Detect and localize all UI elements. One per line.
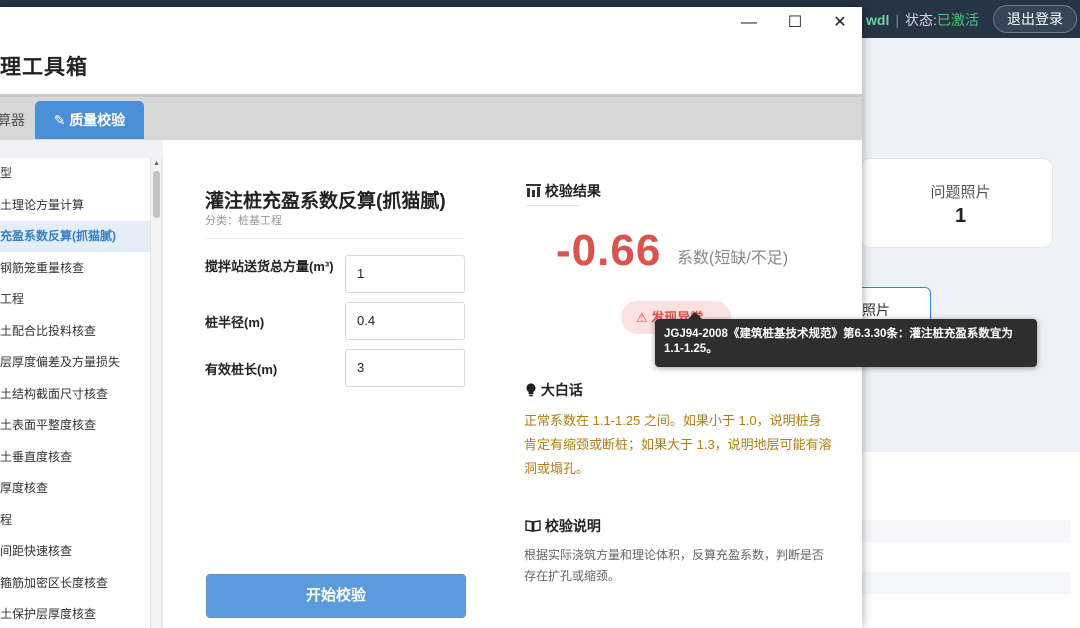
pile-length-input[interactable]: 3 <box>345 349 465 387</box>
tab-bar: 算器 ✎ 质量校验 <box>0 94 862 140</box>
calculator-title: 灌注桩充盈系数反算(抓猫腻) <box>205 191 446 212</box>
sidebar-item[interactable]: 工程 <box>0 284 150 315</box>
background-row <box>860 572 1070 594</box>
book-icon <box>525 518 545 534</box>
result-header-underline <box>526 205 580 206</box>
status-value: 已激活 <box>936 12 979 28</box>
separator: | <box>895 12 899 28</box>
pile-length-label: 有效桩长(m) <box>205 362 278 377</box>
sidebar-item[interactable]: 土保护层厚度核查 <box>0 599 150 628</box>
sidebar-item[interactable]: 型 <box>0 158 150 189</box>
close-button[interactable]: ✕ <box>820 11 860 35</box>
pencil-icon: ✎ <box>53 112 66 128</box>
scroll-thumb[interactable] <box>153 171 160 218</box>
delivered-volume-input[interactable]: 1 <box>345 255 465 293</box>
tab-quality-check[interactable]: ✎ 质量校验 <box>35 101 144 139</box>
divider <box>205 238 465 239</box>
note-title-label: 校验说明 <box>544 518 601 534</box>
sidebar-item[interactable]: 土结构截面尺寸核查 <box>0 379 150 410</box>
sidebar-item[interactable]: 层厚度偏差及方量损失 <box>0 347 150 378</box>
sidebar-item[interactable]: 箍筋加密区长度核查 <box>0 568 150 599</box>
user-status: wdl | 状态:已激活 <box>866 10 979 30</box>
plain-talk-text: 正常系数在 1.1-1.25 之间。如果小于 1.0，说明桩身肯定有缩颈或断桩；… <box>524 413 832 476</box>
photo-stat-count: 1 <box>954 205 967 227</box>
start-check-button[interactable]: 开始校验 <box>206 574 466 618</box>
logout-button[interactable]: 退出登录 <box>993 5 1077 33</box>
window-title: 理工具箱 <box>0 56 88 79</box>
tooltip-arrow <box>688 312 702 319</box>
sidebar-item[interactable]: 土配合比投料核查 <box>0 316 150 347</box>
sidebar-item[interactable]: 土表面平整度核查 <box>0 410 150 441</box>
calculator-category: 分类：桩基工程 <box>205 215 282 227</box>
result-header: 校验结果 <box>526 181 601 201</box>
note-text: 根据实际浇筑方量和理论体积，反算充盈系数，判断是否存在扩孔或缩颈。 <box>524 548 825 583</box>
note-title: 校验说明 <box>525 516 601 536</box>
bulb-icon <box>525 382 541 398</box>
status-label: 状态: <box>904 12 937 28</box>
scroll-up-icon[interactable]: ▲ <box>152 159 161 168</box>
content-area: 型土理论方量计算 充盈系数反算(抓猫腻) 钢筋笼重量核查 工程 土配合比投料核查 层厚度偏… <box>0 140 862 628</box>
sidebar-item[interactable]: 厚度核查 <box>0 473 150 504</box>
tool-sidebar: 型土理论方量计算 充盈系数反算(抓猫腻) 钢筋笼重量核查 工程 土配合比投料核查 层厚度偏… <box>0 158 162 628</box>
background-row <box>860 520 1070 542</box>
photo-stat-label: 问题照片 <box>930 184 991 201</box>
tab-calculator[interactable]: 算器 <box>0 101 30 139</box>
sidebar-item[interactable]: 土垂直度核查 <box>0 442 150 473</box>
sidebar-item[interactable]: 土理论方量计算 <box>0 190 150 221</box>
sidebar-scrollbar[interactable]: ▲ <box>150 158 161 628</box>
result-unit: 系数(短缺/不足) <box>677 250 789 267</box>
sidebar-item[interactable]: 程 <box>0 505 150 536</box>
plain-talk-title-label: 大白话 <box>540 382 583 398</box>
sidebar-item[interactable]: 钢筋笼重量核查 <box>0 253 150 284</box>
username: wdl <box>866 12 890 28</box>
standard-tooltip: JGJ94-2008《建筑桩基技术规范》第6.3.30条：灌注桩充盈系数宜为1.… <box>655 319 1037 367</box>
plain-talk-title: 大白话 <box>525 380 583 400</box>
photo-stat-card[interactable]: 问题照片 1 <box>860 158 1053 248</box>
minimize-button[interactable]: — <box>729 11 769 35</box>
result-value: -0.66 <box>556 226 662 275</box>
tab-quality-check-label: 质量校验 <box>69 112 126 128</box>
maximize-button[interactable]: ☐ <box>775 11 815 35</box>
calculator-card: 灌注桩充盈系数反算(抓猫腻) 分类：桩基工程 搅拌站送货总方量(m³) 1 桩半… <box>163 140 862 628</box>
pile-radius-label: 桩半径(m) <box>205 315 265 330</box>
sidebar-item[interactable]: 充盈系数反算(抓猫腻) <box>0 221 150 252</box>
chart-icon <box>526 183 545 199</box>
result-header-label: 校验结果 <box>544 183 601 199</box>
pile-radius-input[interactable]: 0.4 <box>345 302 465 340</box>
toolbox-window: — ☐ ✕ 理工具箱 算器 ✎ 质量校验 型土理论方量计算 充盈系数反算(抓猫腻)… <box>0 7 862 628</box>
sidebar-item[interactable]: 间距快速核查 <box>0 536 150 567</box>
delivered-volume-label: 搅拌站送货总方量(m³) <box>205 259 334 274</box>
